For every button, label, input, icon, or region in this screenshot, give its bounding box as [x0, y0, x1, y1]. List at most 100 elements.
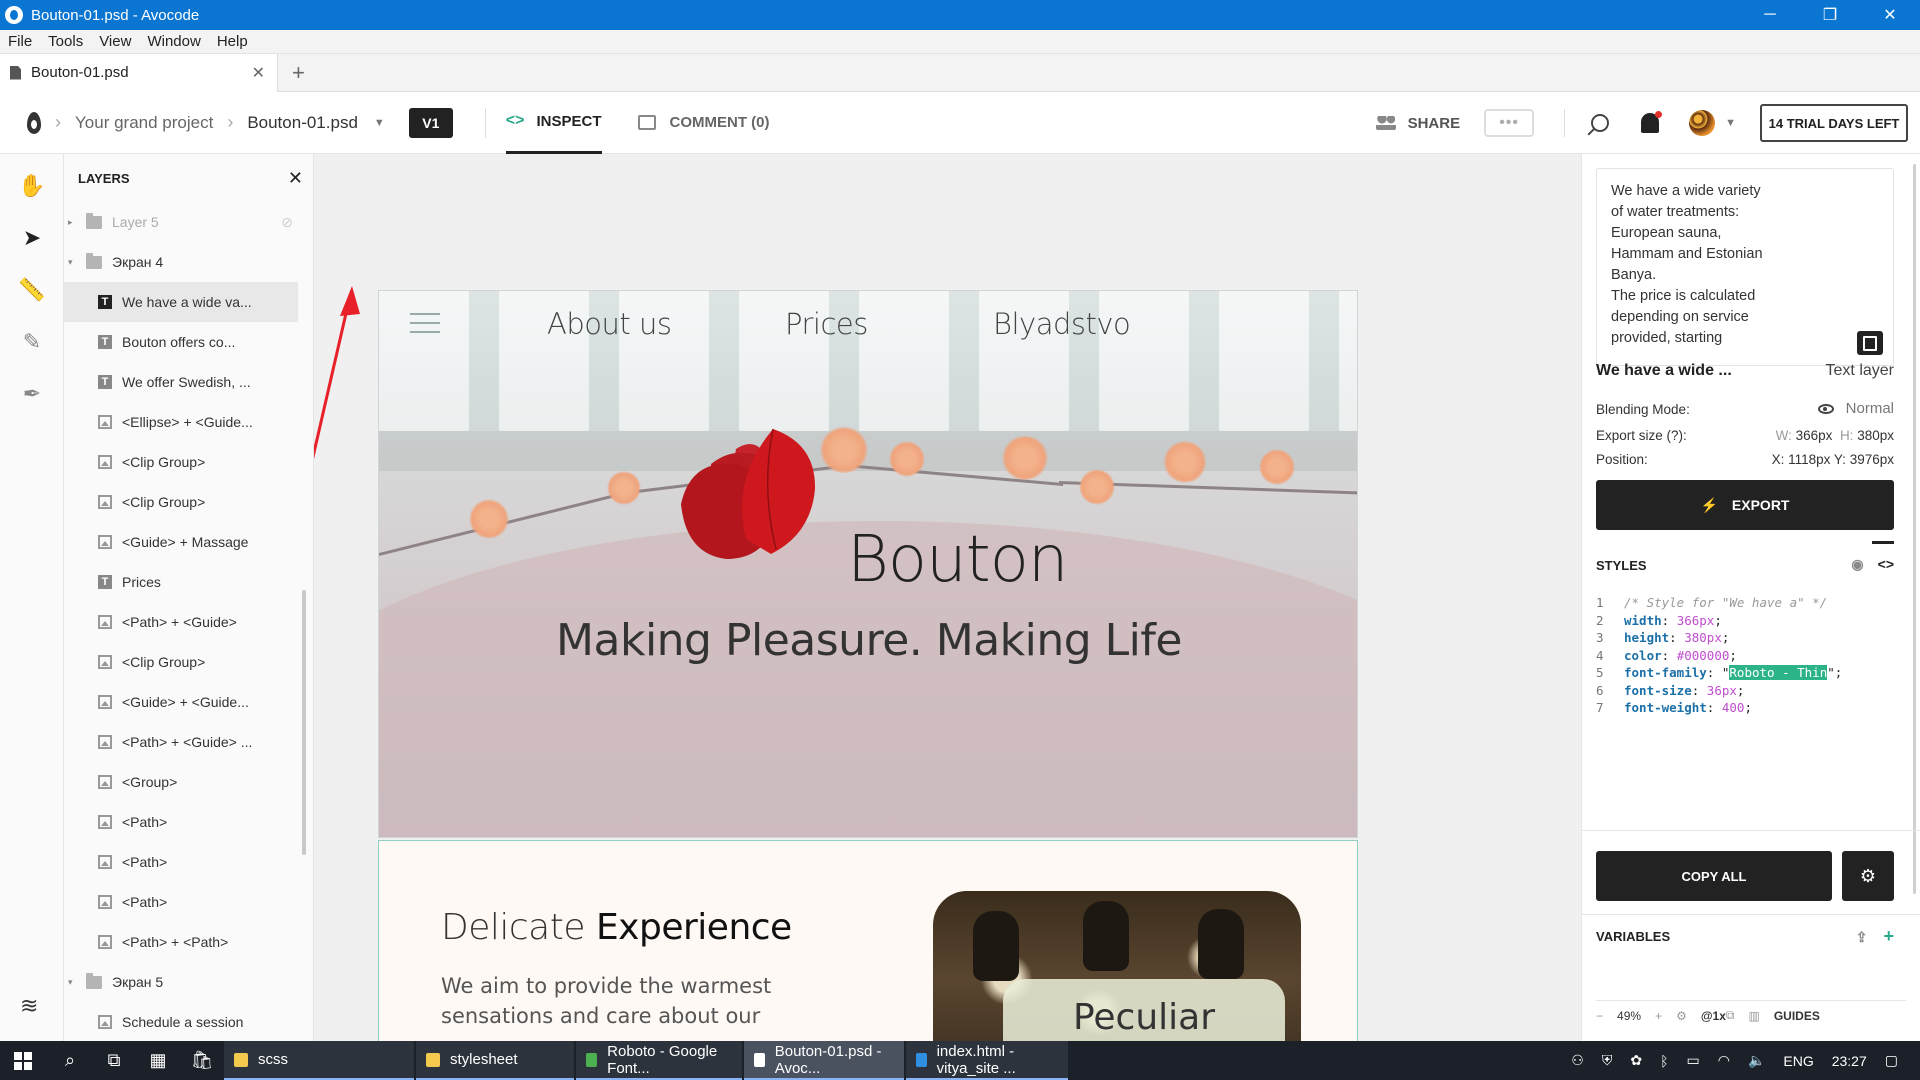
windows-start-icon[interactable] — [14, 1051, 32, 1070]
task-view-icon[interactable]: ⧉ — [92, 1041, 136, 1080]
tab-comment[interactable]: COMMENT (0) — [637, 92, 770, 154]
user-avatar[interactable] — [1689, 110, 1716, 136]
copy-all-button[interactable]: COPY ALL — [1596, 851, 1832, 901]
menu-help[interactable]: Help — [217, 33, 248, 50]
export-variables-icon[interactable]: ⇪ — [1856, 929, 1868, 945]
hidden-layer-icon[interactable]: ⊘ — [281, 214, 293, 231]
x-value[interactable]: 1118px — [1788, 452, 1830, 467]
layers-scrollbar[interactable] — [302, 590, 306, 855]
hamburger-menu-icon[interactable] — [410, 313, 440, 333]
menu-window[interactable]: Window — [147, 33, 200, 50]
chevron-down-icon[interactable]: ▼ — [1725, 117, 1736, 129]
layers-compare-icon[interactable]: ⧉ — [1726, 1008, 1735, 1023]
layers-stack-icon[interactable]: ≋ — [20, 993, 38, 1019]
design-canvas[interactable]: About us Prices Blyadstvo Bouton Making … — [314, 154, 1581, 1041]
layer-row[interactable]: <Path> + <Guide> ... — [64, 722, 313, 762]
version-badge[interactable]: V1 — [408, 107, 453, 138]
trial-days-button[interactable]: 14 TRIAL DAYS LEFT — [1760, 104, 1908, 142]
app-tray-icon[interactable]: ✿ — [1630, 1052, 1642, 1069]
pen-icon[interactable]: ✒ — [20, 381, 44, 406]
hand-tool-icon[interactable]: ✋ — [18, 173, 45, 198]
layer-row[interactable]: T Prices — [64, 562, 313, 602]
eye-icon[interactable] — [1817, 404, 1834, 415]
notification-bell-icon[interactable] — [1641, 111, 1663, 133]
copy-text-icon[interactable] — [1857, 331, 1883, 355]
layer-row[interactable]: <Path> — [64, 802, 313, 842]
caret-down-icon[interactable]: ▾ — [68, 257, 80, 268]
layer-row[interactable]: <Path> — [64, 882, 313, 922]
bluetooth-icon[interactable]: ᛒ — [1660, 1053, 1668, 1069]
eyedropper-icon[interactable]: ✎ — [20, 329, 44, 354]
chevron-down-icon[interactable]: ▼ — [374, 117, 385, 129]
avocode-logo-icon[interactable] — [27, 111, 41, 134]
document-tab[interactable]: Bouton-01.psd ✕ — [0, 53, 278, 92]
guides-icon[interactable]: ▥ — [1748, 1009, 1759, 1023]
layer-row[interactable]: <Ellipse> + <Guide... — [64, 402, 313, 442]
layer-row[interactable]: <Path> — [64, 842, 313, 882]
menu-file[interactable]: File — [8, 33, 32, 50]
taskbar-app[interactable]: Bouton-01.psd - Avoc... — [744, 1041, 904, 1080]
css-code-block[interactable]: 1/* Style for "We have a" */2 width: 366p… — [1596, 594, 1842, 717]
caret-right-icon[interactable]: ▸ — [68, 217, 80, 228]
close-layers-icon[interactable]: ✕ — [288, 168, 303, 189]
y-value[interactable]: 3976px — [1850, 452, 1894, 467]
artboard-hero[interactable]: About us Prices Blyadstvo Bouton Making … — [378, 290, 1358, 838]
layer-row[interactable]: <Guide> + <Guide... — [64, 682, 313, 722]
caret-down-icon[interactable]: ▾ — [68, 977, 80, 988]
select-arrow-icon[interactable]: ➤ — [20, 225, 44, 250]
maximize-button[interactable]: ❐ — [1800, 0, 1860, 30]
export-button[interactable]: ⚡ EXPORT — [1596, 480, 1894, 530]
search-icon[interactable] — [1591, 114, 1610, 132]
layer-row[interactable]: <Path> + <Guide> — [64, 602, 313, 642]
layer-row[interactable]: T We have a wide va... — [64, 282, 298, 322]
more-options-button[interactable]: ••• — [1484, 109, 1535, 137]
zoom-out-icon[interactable]: − — [1596, 1009, 1603, 1023]
app-icon[interactable]: ▦ — [136, 1041, 180, 1080]
close-tab-icon[interactable]: ✕ — [252, 63, 265, 83]
inspector-scrollbar[interactable] — [1913, 164, 1916, 894]
zoom-level[interactable]: 49% — [1617, 1009, 1641, 1023]
menu-view[interactable]: View — [99, 33, 131, 50]
share-button[interactable]: SHARE — [1375, 115, 1460, 132]
wifi-icon[interactable]: ◠ — [1718, 1052, 1730, 1069]
taskbar-app[interactable]: index.html - vitya_site ... — [906, 1041, 1068, 1080]
layer-row[interactable]: <Clip Group> — [64, 482, 313, 522]
artboard-experience[interactable]: Delicate Experience We aim to provide th… — [378, 840, 1358, 1041]
width-value[interactable]: 366px — [1796, 428, 1833, 443]
height-value[interactable]: 380px — [1857, 428, 1894, 443]
scale-gear-icon[interactable]: ⚙ — [1676, 1009, 1687, 1023]
tab-inspect[interactable]: <> INSPECT — [505, 92, 602, 154]
layer-row[interactable]: T Bouton offers co... — [64, 322, 313, 362]
volume-icon[interactable]: 🔈 — [1748, 1052, 1765, 1069]
clock[interactable]: 23:27 — [1832, 1053, 1867, 1069]
taskbar-app[interactable]: Roboto - Google Font... — [576, 1041, 742, 1080]
layer-row[interactable]: <Clip Group> — [64, 642, 313, 682]
security-shield-icon[interactable]: ⛨ — [1602, 1052, 1613, 1069]
add-variable-icon[interactable]: + — [1883, 926, 1894, 946]
guides-toggle[interactable]: GUIDES — [1774, 1009, 1820, 1023]
taskbar-app[interactable]: scss — [224, 1041, 414, 1080]
layer-row[interactable]: T We offer Swedish, ... — [64, 362, 313, 402]
settings-gear-icon[interactable]: ⚙ — [1842, 851, 1894, 901]
menu-tools[interactable]: Tools — [48, 33, 83, 50]
minimize-button[interactable]: ─ — [1740, 0, 1800, 30]
layer-row[interactable]: <Clip Group> — [64, 442, 313, 482]
close-window-button[interactable]: ✕ — [1860, 0, 1920, 30]
store-icon[interactable]: 🛍 — [180, 1041, 224, 1080]
code-view-icon[interactable]: <> — [1878, 556, 1894, 572]
layer-row[interactable]: ▾ Экран 5 — [64, 962, 313, 1002]
layer-row[interactable]: <Path> + <Path> — [64, 922, 313, 962]
breadcrumb-project[interactable]: Your grand project — [75, 113, 213, 133]
zoom-in-icon[interactable]: + — [1655, 1009, 1662, 1023]
layer-row[interactable]: ▸ Layer 5 ⊘ — [64, 202, 313, 242]
search-icon[interactable]: ⌕ — [48, 1041, 92, 1080]
battery-icon[interactable]: ▭ — [1686, 1052, 1699, 1069]
layer-row[interactable]: <Group> — [64, 762, 313, 802]
taskbar-app[interactable]: stylesheet — [416, 1041, 574, 1080]
breadcrumb-file[interactable]: Bouton-01.psd — [247, 113, 358, 133]
notifications-icon[interactable]: ▢ — [1885, 1052, 1898, 1069]
layer-row[interactable]: ▾ Экран 4 — [64, 242, 313, 282]
layer-row[interactable]: <Guide> + Massage — [64, 522, 313, 562]
layer-row[interactable]: Schedule a session — [64, 1002, 313, 1041]
add-tab-icon[interactable]: + — [292, 60, 305, 86]
